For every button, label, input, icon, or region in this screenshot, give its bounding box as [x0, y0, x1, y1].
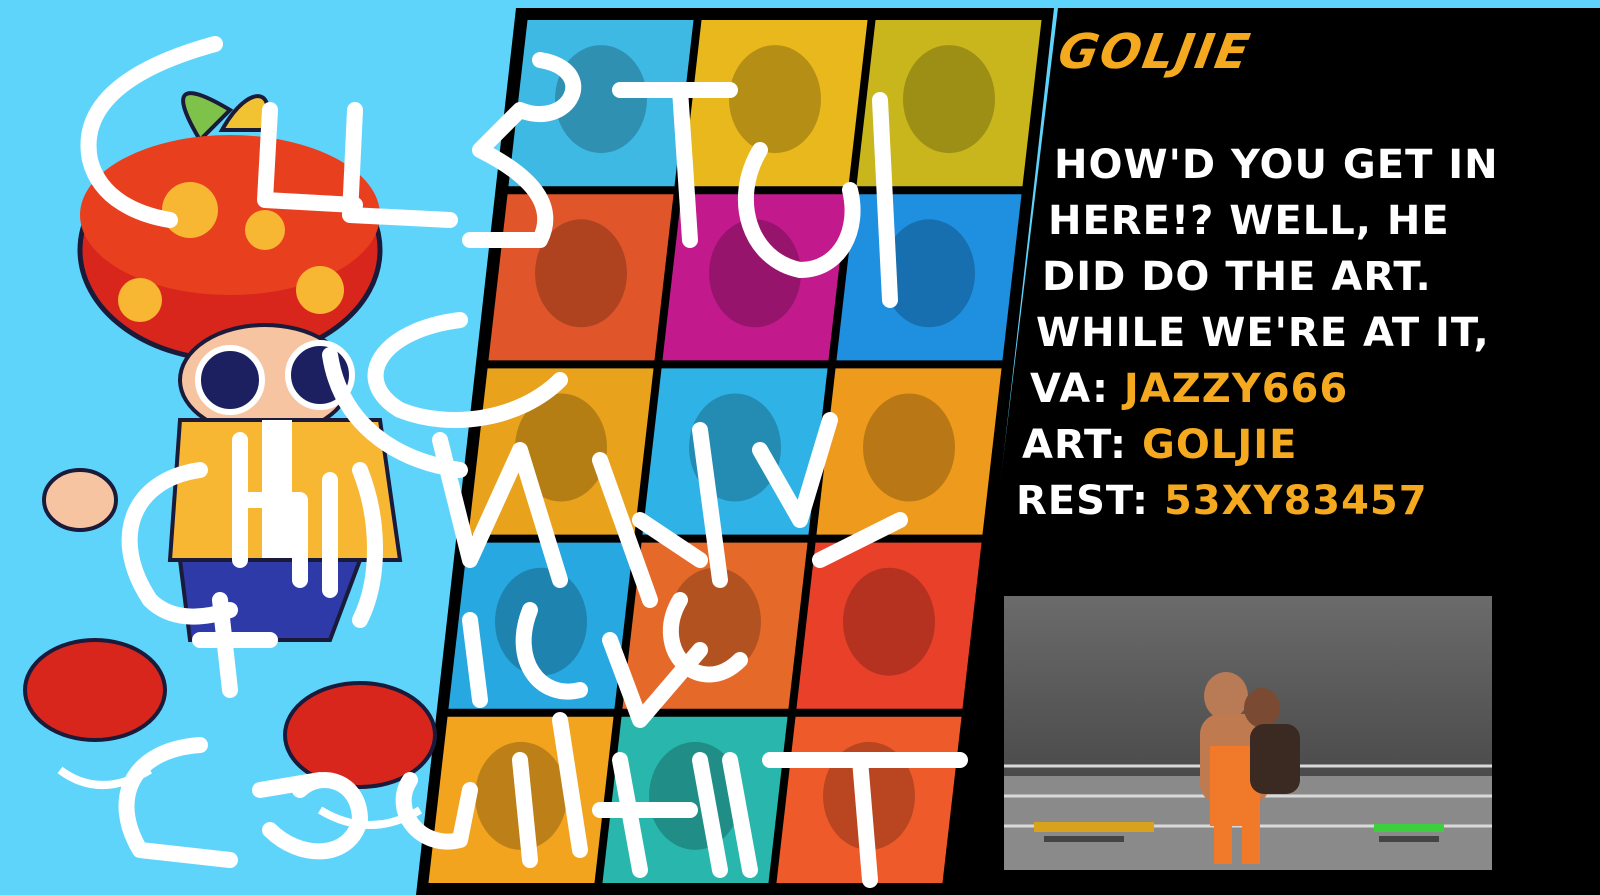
- scribble-stroke: [367, 312, 568, 428]
- scribble-stroke: [395, 772, 478, 850]
- scribble-stroke: [592, 752, 758, 878]
- scribble-stroke: [342, 102, 458, 228]
- scribble-stroke: [592, 412, 838, 608]
- character-select-screen: GOLJIE HOW'D YOU GET IN HERE!? WELL, HE …: [0, 0, 1600, 895]
- scribble-stroke: [602, 632, 708, 728]
- scribble-stroke: [232, 432, 308, 588]
- scribble-stroke: [812, 512, 908, 568]
- scribble-stroke: [762, 752, 968, 888]
- scribble-stroke: [432, 432, 568, 588]
- scribble-stroke: [118, 737, 238, 868]
- scribble-stroke: [512, 712, 588, 868]
- scribble-stroke: [80, 36, 223, 228]
- scribble-stroke: [257, 102, 363, 213]
- scribble-stroke: [612, 82, 738, 248]
- scribble-stroke: [322, 462, 383, 628]
- scribble-stroke: [462, 602, 588, 708]
- scribble-stroke: [462, 52, 582, 248]
- scribble-overlay: [80, 36, 968, 888]
- scribble-stroke: [738, 92, 898, 308]
- scribble-stroke: [252, 772, 368, 860]
